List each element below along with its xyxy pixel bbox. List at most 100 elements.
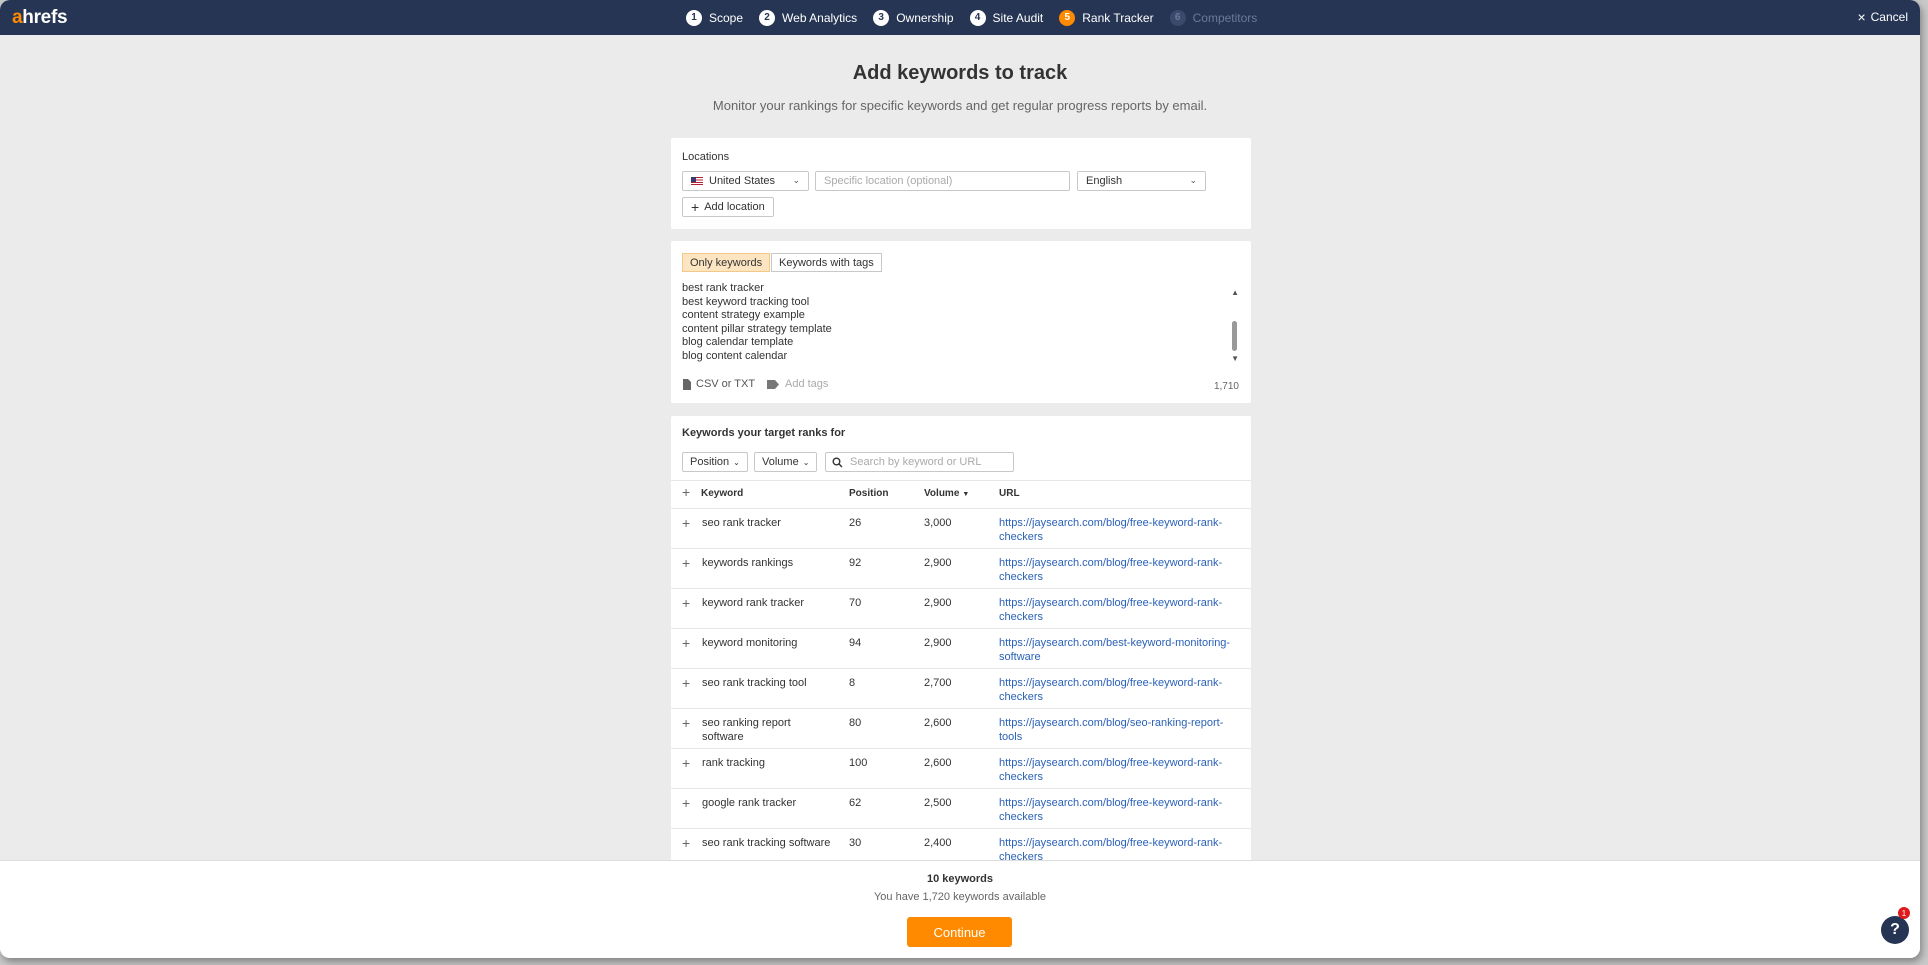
bottom-action-bar: 10 keywords You have 1,720 keywords avai… — [0, 860, 1920, 958]
volume-filter[interactable]: Volume ⌄ — [754, 452, 818, 472]
step-label: Rank Tracker — [1082, 10, 1154, 25]
url-link[interactable]: https://jaysearch.com/blog/free-keyword-… — [999, 517, 1239, 544]
keyword-count: 1,710 — [1213, 381, 1239, 392]
add-location-button[interactable]: + Add location — [682, 197, 774, 217]
step-web-analytics[interactable]: 2 Web Analytics — [759, 9, 858, 26]
table-row: + seo ranking report software 80 2,600 h… — [671, 708, 1251, 748]
step-number: 2 — [759, 9, 776, 26]
add-all-plus-icon[interactable]: + — [682, 484, 690, 500]
url-link[interactable]: https://jaysearch.com/blog/free-keyword-… — [999, 837, 1239, 861]
notification-badge: 1 — [1898, 907, 1910, 919]
position-filter[interactable]: Position ⌄ — [682, 452, 748, 472]
scroll-down-arrow-icon[interactable]: ▼ — [1231, 354, 1239, 363]
close-icon: × — [1857, 9, 1866, 25]
setup-steps: 1 Scope 2 Web Analytics 3 Ownership 4 Site A… — [686, 0, 1273, 35]
csv-upload-button[interactable]: CSV or TXT — [682, 378, 755, 390]
plus-icon: + — [691, 199, 700, 215]
table-row: + keyword monitoring 94 2,900 https://ja… — [671, 628, 1251, 668]
url-link[interactable]: https://jaysearch.com/best-keyword-monit… — [999, 637, 1239, 664]
table-row: + rank tracking 100 2,600 https://jaysea… — [671, 748, 1251, 788]
add-keyword-plus-icon[interactable]: + — [682, 555, 690, 571]
add-keyword-plus-icon[interactable]: + — [682, 795, 690, 811]
page-title: Add keywords to track — [852, 62, 1068, 84]
tag-icon — [767, 379, 779, 389]
scroll-up-arrow-icon[interactable]: ▲ — [1231, 288, 1239, 297]
chevron-down-icon: ⌄ — [802, 457, 810, 467]
scrollbar-thumb[interactable] — [1232, 321, 1237, 351]
step-rank-tracker[interactable]: 5 Rank Tracker — [1059, 9, 1154, 26]
chevron-down-icon: ⌄ — [733, 457, 740, 467]
step-label: Competitors — [1192, 10, 1258, 25]
add-keyword-plus-icon[interactable]: + — [682, 595, 690, 611]
ahrefs-logo[interactable]: ahrefs — [12, 7, 68, 29]
add-keyword-plus-icon[interactable]: + — [682, 635, 690, 651]
step-number: 1 — [686, 9, 702, 26]
file-icon — [683, 378, 691, 390]
step-label: Scope — [709, 10, 744, 25]
search-icon — [832, 457, 843, 467]
page-subtitle: Monitor your rankings for specific keywo… — [712, 98, 1208, 113]
step-label: Site Audit — [992, 10, 1044, 25]
table-row: + seo rank tracker 26 3,000 https://jays… — [671, 508, 1251, 548]
step-label: Ownership — [896, 10, 954, 25]
keyword-line: best keyword tracking tool — [682, 295, 810, 308]
add-tags-button[interactable]: Add tags — [767, 378, 828, 390]
keywords-available: You have 1,720 keywords available — [873, 891, 1047, 903]
add-keyword-plus-icon[interactable]: + — [682, 835, 690, 851]
keyword-search-input[interactable]: Search by keyword or URL — [825, 452, 1014, 472]
step-label: Web Analytics — [782, 10, 858, 25]
position-column-header[interactable]: Position — [849, 488, 888, 499]
table-row: + seo rank tracking tool 8 2,700 https:/… — [671, 668, 1251, 708]
step-scope[interactable]: 1 Scope — [686, 9, 744, 26]
keyword-line: content strategy example — [682, 309, 805, 322]
step-number: 4 — [969, 9, 986, 26]
help-button[interactable]: ? — [1881, 916, 1909, 944]
url-link[interactable]: https://jaysearch.com/blog/free-keyword-… — [999, 557, 1239, 584]
keywords-input-card: Only keywords Keywords with tags best ra… — [671, 241, 1251, 403]
step-number: 6 — [1169, 9, 1186, 26]
step-competitors: 6 Competitors — [1169, 9, 1258, 26]
locations-label: Locations — [682, 151, 730, 163]
target-keywords-card: Keywords your target ranks for Position ⌄… — [671, 416, 1251, 861]
keyword-line: content pillar strategy template — [682, 322, 832, 335]
top-nav: ahrefs 1 Scope 2 Web Analytics 3 Ownership … — [0, 0, 1920, 35]
keyword-column-header[interactable]: Keyword — [701, 488, 743, 499]
us-flag-icon — [691, 177, 703, 185]
country-select[interactable]: United States ⌄ — [682, 171, 809, 191]
locations-card: Locations United States ⌄ Specific locat… — [671, 138, 1251, 229]
section-title: Keywords your target ranks for — [682, 427, 846, 439]
keyword-line: blog calendar template — [682, 336, 794, 349]
table-row: + seo rank tracking software 30 2,400 ht… — [671, 828, 1251, 861]
add-keyword-plus-icon[interactable]: + — [682, 515, 690, 531]
sort-desc-icon: ▼ — [962, 491, 970, 498]
url-link[interactable]: https://jaysearch.com/blog/free-keyword-… — [999, 757, 1239, 784]
language-select[interactable]: English ⌄ — [1077, 171, 1206, 191]
chevron-down-icon: ⌄ — [1189, 175, 1197, 185]
url-link[interactable]: https://jaysearch.com/blog/free-keyword-… — [999, 677, 1239, 704]
add-keyword-plus-icon[interactable]: + — [682, 675, 690, 691]
step-number: 3 — [873, 9, 890, 26]
volume-column-header[interactable]: Volume ▼ — [924, 488, 969, 499]
step-ownership[interactable]: 3 Ownership — [873, 9, 954, 26]
table-row: + keywords rankings 92 2,900 https://jay… — [671, 548, 1251, 588]
keyword-line: blog content calendar — [682, 349, 788, 362]
add-keyword-plus-icon[interactable]: + — [682, 755, 690, 771]
keywords-textarea[interactable]: best rank tracker best keyword tracking … — [682, 282, 832, 364]
step-site-audit[interactable]: 4 Site Audit — [969, 9, 1044, 26]
tab-only-keywords[interactable]: Only keywords — [682, 253, 771, 272]
table-row: + keyword rank tracker 70 2,900 https://… — [671, 588, 1251, 628]
specific-location-input[interactable]: Specific location (optional) — [815, 171, 1070, 191]
url-link[interactable]: https://jaysearch.com/blog/free-keyword-… — [999, 797, 1239, 824]
cancel-button[interactable]: × Cancel — [1857, 10, 1908, 24]
chevron-down-icon: ⌄ — [792, 175, 800, 185]
app-window: ahrefs 1 Scope 2 Web Analytics 3 Ownership … — [0, 0, 1920, 958]
table-row: + google rank tracker 62 2,500 https://j… — [671, 788, 1251, 828]
step-number: 5 — [1059, 9, 1076, 26]
url-column-header: URL — [999, 488, 1020, 499]
url-link[interactable]: https://jaysearch.com/blog/free-keyword-… — [999, 597, 1239, 624]
add-keyword-plus-icon[interactable]: + — [682, 715, 690, 731]
tab-keywords-with-tags[interactable]: Keywords with tags — [771, 253, 882, 272]
continue-button[interactable]: Continue — [907, 917, 1012, 947]
url-link[interactable]: https://jaysearch.com/blog/seo-ranking-r… — [999, 717, 1239, 744]
keyword-line: best rank tracker — [682, 282, 764, 294]
